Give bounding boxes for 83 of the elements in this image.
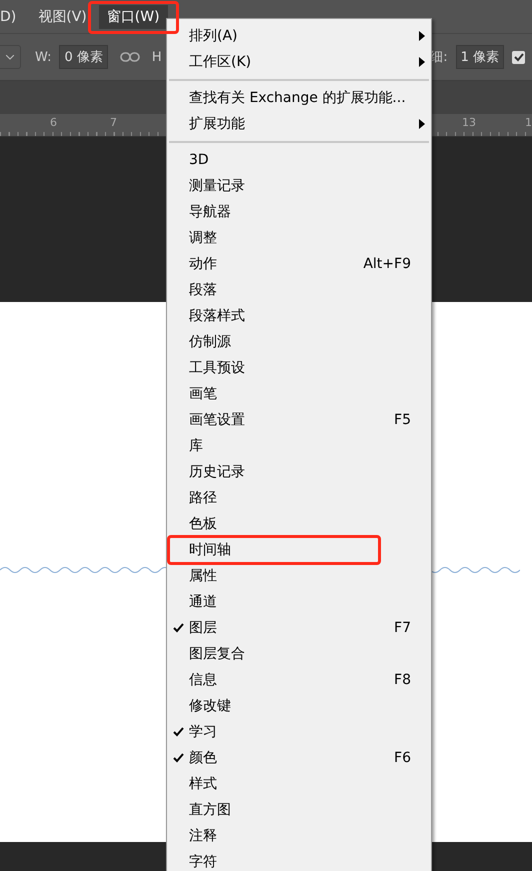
menu-item[interactable]: 修改键 <box>167 693 431 719</box>
menu-item[interactable]: 图层 F7 <box>167 615 431 641</box>
menu-item-label: 直方图 <box>189 801 232 819</box>
shortcut-label: F5 <box>394 412 411 428</box>
shortcut-label: F7 <box>394 620 411 636</box>
menu-item[interactable]: 画笔设置 F5 <box>167 407 431 433</box>
menu-item[interactable]: 样式 <box>167 771 431 797</box>
ruler-number: 7 <box>110 116 117 129</box>
menu-item-label: 图层 <box>189 619 218 637</box>
caret-icon <box>6 54 14 60</box>
menu-item-label: 3D <box>189 152 210 168</box>
menu-item[interactable]: 路径 <box>167 485 431 511</box>
menu-item[interactable]: 字符 <box>167 849 431 871</box>
menu-item-label: 注释 <box>189 827 218 845</box>
menu-item-label: 颜色 <box>189 749 218 767</box>
width-field[interactable]: 0 像素 <box>59 45 108 69</box>
height-label: H <box>152 50 162 64</box>
menu-item[interactable]: 段落 <box>167 277 431 303</box>
stroke-field[interactable]: 1 像素 <box>456 45 504 69</box>
menu-item-label: 路径 <box>189 489 218 507</box>
menu-item[interactable]: 图层复合 <box>167 641 431 667</box>
menu-item-label: 字符 <box>189 853 218 871</box>
menu-item[interactable]: 历史记录 <box>167 459 431 485</box>
menu-item-label: 历史记录 <box>189 463 246 481</box>
width-label: W: <box>35 50 52 64</box>
menu-item-label: 修改键 <box>189 697 232 715</box>
menu-item[interactable]: 3D <box>167 147 431 173</box>
menu-item[interactable]: 库 <box>167 433 431 459</box>
menu-item-label: 仿制源 <box>189 333 232 351</box>
menu-item[interactable]: 扩展功能 <box>167 111 431 137</box>
menu-bar-item[interactable]: 窗口(W) <box>98 4 168 28</box>
ruler-number: 6 <box>50 116 57 129</box>
align-checkbox[interactable] <box>512 50 525 64</box>
menu-item[interactable]: 直方图 <box>167 797 431 823</box>
menu-item[interactable]: 颜色 F6 <box>167 745 431 771</box>
menu-item[interactable]: 时间轴 <box>167 537 431 563</box>
menu-item-label: 通道 <box>189 593 218 611</box>
menu-item-label: 色板 <box>189 515 218 533</box>
menu-item-label: 样式 <box>189 775 218 793</box>
menu-item-label: 工作区(K) <box>189 53 252 71</box>
menu-item[interactable]: 段落样式 <box>167 303 431 329</box>
menu-item-label: 属性 <box>189 567 218 585</box>
menu-item[interactable]: 色板 <box>167 511 431 537</box>
menu-item-label: 调整 <box>189 229 218 247</box>
menu-item-label: 测量记录 <box>189 177 246 195</box>
menu-item[interactable]: 导航器 <box>167 199 431 225</box>
menu-item-label: 画笔设置 <box>189 411 246 429</box>
menu-item-label: 工具预设 <box>189 359 246 377</box>
menu-item[interactable]: 工作区(K) <box>167 49 431 75</box>
menu-item-label: 查找有关 Exchange 的扩展功能... <box>189 89 407 107</box>
menu-item-label: 学习 <box>189 723 218 741</box>
menu-item[interactable]: 排列(A) <box>167 23 431 49</box>
shortcut-label: F8 <box>394 672 411 688</box>
menu-item[interactable]: 学习 <box>167 719 431 745</box>
menu-item[interactable]: 仿制源 <box>167 329 431 355</box>
menu-item[interactable]: 动作 Alt+F9 <box>167 251 431 277</box>
menu-item[interactable]: 注释 <box>167 823 431 849</box>
menu-item[interactable]: 信息 F8 <box>167 667 431 693</box>
menu-item-label: 时间轴 <box>189 541 232 559</box>
menu-item-label: 段落样式 <box>189 307 246 325</box>
menu-item-label: 导航器 <box>189 203 232 221</box>
menu-item[interactable]: 测量记录 <box>167 173 431 199</box>
menu-item-label: 图层复合 <box>189 645 246 663</box>
ruler-number: 13 <box>462 116 476 129</box>
shortcut-label: Alt+F9 <box>363 256 411 272</box>
menu-item[interactable]: 通道 <box>167 589 431 615</box>
ruler-number: 1 <box>525 116 532 129</box>
menu-item-label: 排列(A) <box>189 27 239 45</box>
menu-item[interactable]: 工具预设 <box>167 355 431 381</box>
menu-item-label: 信息 <box>189 671 218 689</box>
menu-item[interactable]: 属性 <box>167 563 431 589</box>
menu-item-label: 库 <box>189 437 204 455</box>
menu-item-label: 扩展功能 <box>189 115 246 133</box>
menu-item-label: 段落 <box>189 281 218 299</box>
menu-item[interactable]: 调整 <box>167 225 431 251</box>
menu-bar-item[interactable]: D) <box>0 6 24 28</box>
menu-item-label: 动作 <box>189 255 218 273</box>
menu-item-label: 画笔 <box>189 385 218 403</box>
menu-bar-item[interactable]: 视图(V) <box>30 4 95 28</box>
menu-item[interactable]: 画笔 <box>167 381 431 407</box>
link-icon[interactable] <box>120 51 140 63</box>
shortcut-label: F6 <box>394 750 411 766</box>
shape-dropdown[interactable] <box>0 45 21 69</box>
